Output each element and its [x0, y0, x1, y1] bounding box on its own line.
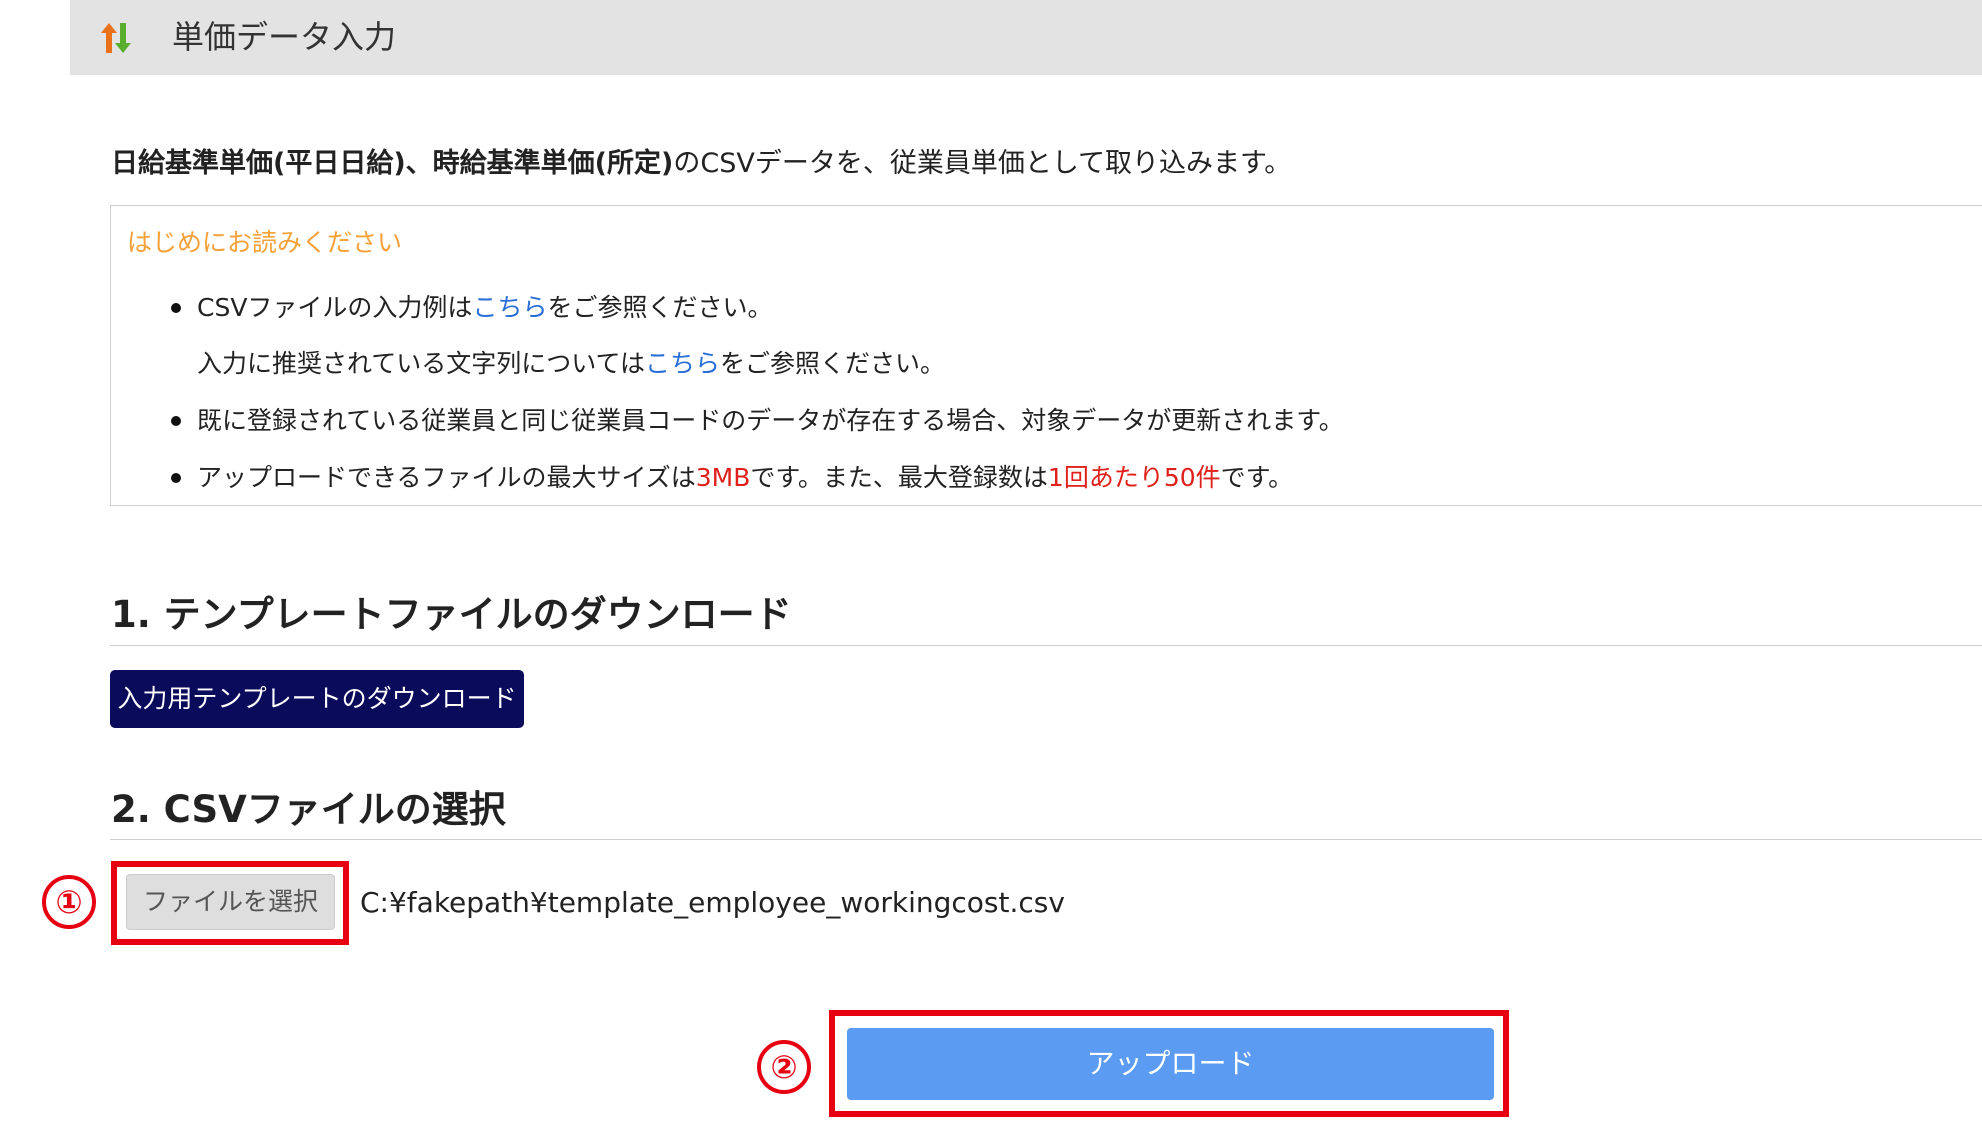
template-download-button[interactable]: 入力用テンプレートのダウンロード	[110, 670, 524, 728]
notice-item-csv-example: CSVファイルの入力例はこちらをご参照ください。	[197, 293, 773, 322]
notice-item-update: 既に登録されている従業員と同じ従業員コードのデータが存在する場合、対象データが更…	[197, 406, 1344, 435]
page-header: 単価データ入力	[70, 0, 1982, 75]
page-title: 単価データ入力	[172, 18, 397, 56]
section-csv-select-title: 2. CSVファイルの選択	[111, 788, 506, 831]
step-1-marker: ①	[42, 875, 96, 929]
max-size-value: 3MB	[695, 463, 751, 492]
choose-file-button[interactable]: ファイルを選択	[126, 874, 335, 930]
selected-file-path: C:¥fakepath¥template_employee_workingcos…	[360, 886, 1065, 919]
intro-text: 日給基準単価(平日日給)、時給基準単価(所定)のCSVデータを、従業員単価として…	[111, 144, 1291, 184]
notice-heading: はじめにお読みください	[127, 228, 403, 257]
section-template-download-title: 1. テンプレートファイルのダウンロード	[111, 593, 792, 636]
intro-rest: のCSVデータを、従業員単価として取り込みます。	[673, 148, 1292, 179]
divider	[110, 839, 1982, 840]
recommended-chars-link[interactable]: こちら	[645, 349, 720, 378]
intro-bold: 日給基準単価(平日日給)、時給基準単価(所定)	[111, 148, 674, 179]
bullet-icon	[171, 416, 181, 426]
bullet-icon	[171, 473, 181, 483]
bullet-icon	[171, 303, 181, 313]
step-2-marker: ②	[757, 1040, 811, 1094]
upload-button[interactable]: アップロード	[847, 1028, 1494, 1100]
notice-box: はじめにお読みください CSVファイルの入力例はこちらをご参照ください。 入力に…	[110, 205, 1982, 506]
notice-item-recommended-chars: 入力に推奨されている文字列についてはこちらをご参照ください。	[197, 349, 946, 378]
divider	[110, 645, 1982, 646]
sort-arrows-icon	[101, 23, 131, 53]
max-count-value: 1回あたり50件	[1047, 463, 1221, 492]
example-link[interactable]: こちら	[472, 293, 547, 322]
notice-item-limits: アップロードできるファイルの最大サイズは3MBです。また、最大登録数は1回あたり…	[197, 463, 1294, 492]
